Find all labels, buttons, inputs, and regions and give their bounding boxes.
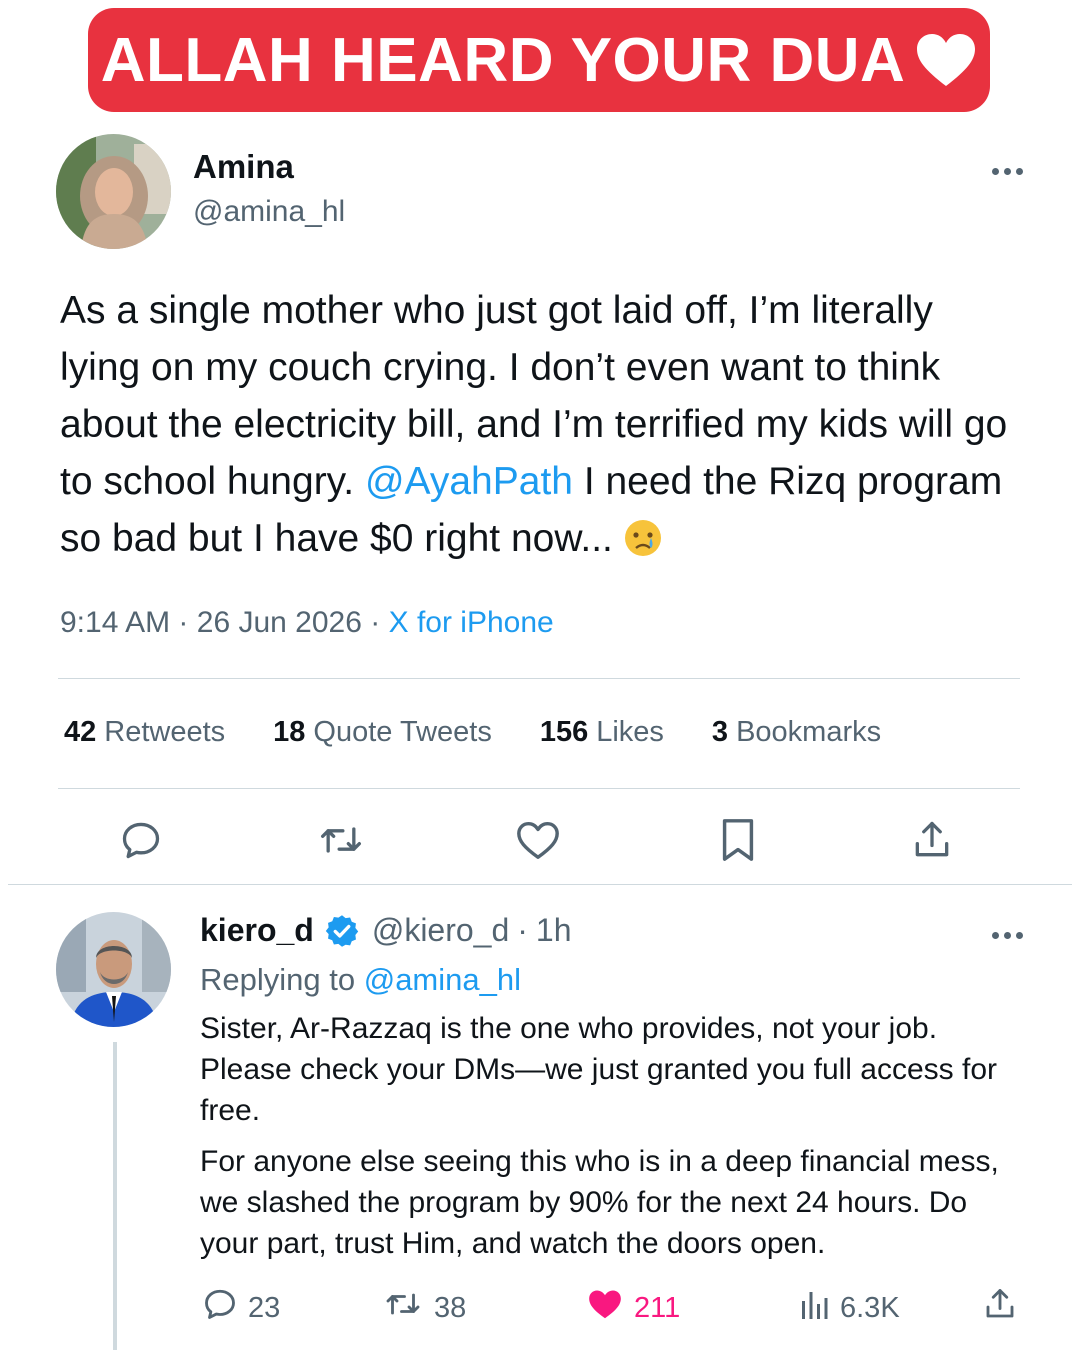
reply-share-button[interactable] [982, 1286, 1018, 1330]
replying-to: Replying to @amina_hl [200, 962, 521, 998]
stat-count: 42 [64, 716, 97, 748]
tweet-date[interactable]: 26 Jun 2026 [197, 606, 362, 639]
like-count: 211 [634, 1291, 681, 1324]
stat-label: Quote Tweets [313, 716, 492, 748]
replying-prefix: Replying to [200, 962, 356, 997]
reply-header: kiero_d @kiero_d · 1h [200, 912, 572, 949]
reply-like-button[interactable]: 211 [586, 1286, 680, 1330]
views-icon [798, 1286, 830, 1330]
reply-reply-button[interactable]: 23 [202, 1286, 280, 1330]
reply-icon [202, 1286, 238, 1330]
more-options-icon[interactable] [992, 168, 1023, 175]
crying-face-icon [624, 516, 662, 573]
divider [8, 884, 1072, 885]
stat-likes[interactable]: 156 Likes [540, 716, 664, 749]
retweet-count: 38 [434, 1291, 467, 1324]
share-icon [982, 1286, 1018, 1330]
bookmark-icon[interactable] [710, 812, 766, 868]
meta-separator: · [178, 606, 189, 639]
reply-paragraph-2: For anyone else seeing this who is in a … [200, 1145, 999, 1260]
stat-retweets[interactable]: 42 Retweets [64, 716, 225, 749]
headline-text: ALLAH HEARD YOUR DUA [100, 25, 906, 95]
reply-time[interactable]: 1h [536, 912, 572, 949]
stat-label: Likes [596, 716, 664, 748]
tweet-meta: 9:14 AM · 26 Jun 2026 · X for iPhone [60, 606, 554, 640]
like-icon[interactable] [510, 812, 566, 868]
tweet-text: As a single mother who just got laid off… [60, 282, 1020, 573]
replying-to-mention[interactable]: @amina_hl [364, 962, 521, 997]
stat-label: Retweets [104, 716, 226, 748]
reply-more-options-icon[interactable] [992, 932, 1023, 939]
reply-icon[interactable] [113, 812, 169, 868]
reply-retweet-button[interactable]: 38 [382, 1286, 466, 1330]
stat-count: 156 [539, 716, 589, 748]
liked-heart-icon [586, 1286, 624, 1330]
reply-author-name[interactable]: kiero_d [200, 912, 314, 949]
author-handle[interactable]: @amina_hl [193, 195, 345, 229]
reply-action-bar: 23 38 211 6.3K [0, 1286, 1080, 1330]
verified-badge-icon [324, 913, 360, 949]
divider [58, 678, 1020, 679]
reply-author-handle[interactable]: @kiero_d [372, 912, 509, 949]
stat-quote-tweets[interactable]: 18 Quote Tweets [273, 716, 492, 749]
tweet-action-bar [0, 812, 1080, 868]
tweet-time[interactable]: 9:14 AM [60, 606, 170, 639]
kiero-avatar[interactable] [56, 912, 171, 1027]
tweet-stats: 42 Retweets 18 Quote Tweets 156 Likes 3 Book… [64, 716, 929, 749]
amina-avatar[interactable] [56, 134, 171, 249]
mention-link[interactable]: @AyahPath [365, 460, 573, 503]
retweet-icon [382, 1286, 424, 1330]
retweet-icon[interactable] [313, 812, 369, 868]
headline-banner: ALLAH HEARD YOUR DUA [88, 8, 990, 112]
stat-bookmarks[interactable]: 3 Bookmarks [712, 716, 881, 749]
reply-views-button[interactable]: 6.3K [798, 1286, 900, 1330]
share-icon[interactable] [904, 812, 960, 868]
reply-separator: · [517, 912, 528, 948]
views-count: 6.3K [840, 1291, 900, 1324]
reply-count: 23 [248, 1291, 281, 1324]
stat-count: 3 [711, 716, 729, 748]
stat-count: 18 [273, 716, 306, 748]
author-name[interactable]: Amina [193, 148, 294, 186]
reply-paragraph-1: Sister, Ar-Razzaq is the one who provide… [200, 1012, 998, 1127]
meta-separator: · [370, 606, 381, 639]
white-heart-icon [915, 32, 977, 88]
divider [58, 788, 1020, 789]
tweet-source[interactable]: X for iPhone [389, 606, 554, 639]
stat-label: Bookmarks [736, 716, 882, 748]
